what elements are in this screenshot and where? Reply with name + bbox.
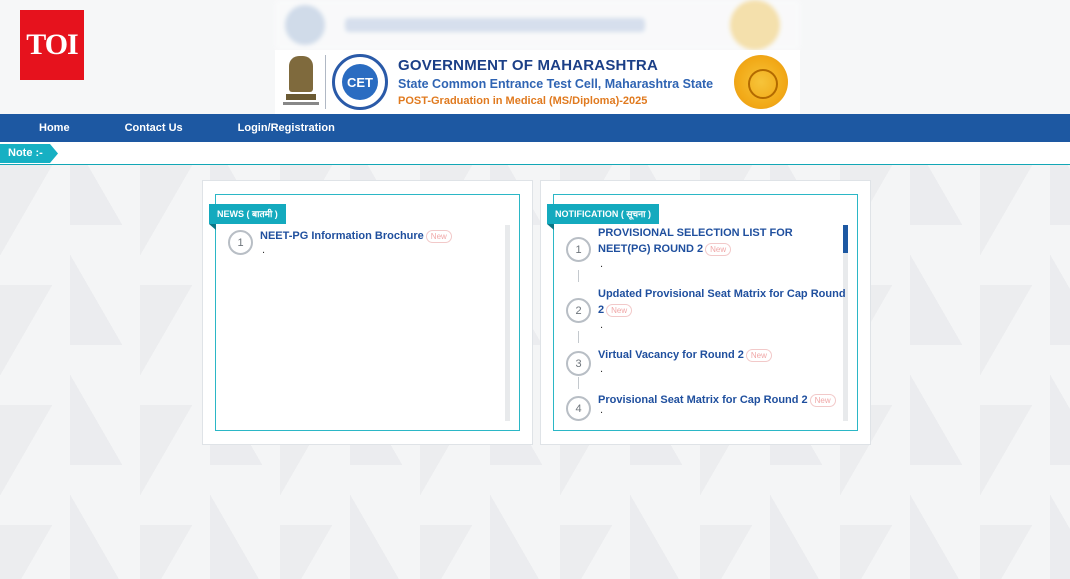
national-emblem-icon: [283, 54, 319, 110]
notification-item-text: PROVISIONAL SELECTION LIST FOR NEET(PG) …: [598, 227, 793, 255]
notification-panel-inner: NOTIFICATION ( सूचना ) 1 PROVISIONAL SEL…: [547, 194, 858, 431]
header-divider: [325, 55, 326, 109]
item-number: 3: [566, 351, 591, 376]
item-connector: [578, 377, 579, 389]
note-bar: Note :-: [0, 142, 1070, 165]
notification-item-text: Updated Provisional Seat Matrix for Cap …: [598, 288, 846, 316]
nav-home[interactable]: Home: [39, 122, 70, 134]
item-dot: .: [600, 363, 604, 375]
item-dot: .: [262, 244, 266, 256]
notification-item-text: Provisional Seat Matrix for Cap Round 2: [598, 394, 808, 406]
background-pattern: [0, 165, 1070, 579]
site-header: CET GOVERNMENT OF MAHARASHTRA State Comm…: [275, 50, 800, 114]
scrollbar-thumb[interactable]: [843, 225, 848, 253]
item-dot: .: [600, 319, 604, 331]
notification-item-text: Virtual Vacancy for Round 2: [598, 349, 744, 361]
notification-item-link[interactable]: Provisional Seat Matrix for Cap Round 2N…: [598, 392, 848, 408]
item-connector: [578, 270, 579, 282]
news-item-text: NEET-PG Information Brochure: [260, 230, 424, 242]
maharashtra-seal-icon: [734, 55, 788, 109]
news-title: NEWS ( बातमी ): [209, 204, 286, 230]
toi-logo: TOI: [20, 10, 84, 80]
new-badge: New: [425, 229, 452, 243]
page-title: GOVERNMENT OF MAHARASHTRA: [398, 57, 658, 74]
page-subtitle: State Common Entrance Test Cell, Maharas…: [398, 77, 714, 91]
ghost-seal: [730, 0, 780, 50]
course-title: POST-Graduation in Medical (MS/Diploma)-…: [398, 95, 648, 107]
item-number: 1: [228, 230, 253, 255]
item-number: 2: [566, 298, 591, 323]
emblem-motto: [283, 102, 319, 105]
new-badge: New: [809, 393, 836, 407]
item-number: 4: [566, 396, 591, 421]
news-item-link[interactable]: NEET-PG Information Brochure New: [260, 228, 500, 244]
ghost-title-bar: [345, 18, 645, 32]
header-text: GOVERNMENT OF MAHARASHTRA State Common E…: [398, 57, 713, 107]
emblem-lion: [289, 56, 313, 92]
main-navbar: Home Contact Us Login/Registration: [0, 114, 1070, 142]
cet-logo-text: CET: [342, 64, 378, 100]
note-label: Note :-: [0, 144, 58, 163]
header-ghost-blur: [275, 0, 800, 50]
new-badge: New: [745, 348, 772, 362]
nav-contact-us[interactable]: Contact Us: [125, 122, 183, 134]
notification-item-link[interactable]: Updated Provisional Seat Matrix for Cap …: [598, 286, 848, 318]
notification-item-link[interactable]: PROVISIONAL SELECTION LIST FOR NEET(PG) …: [598, 225, 843, 257]
cet-logo-icon: CET: [332, 54, 388, 110]
item-dot: .: [600, 404, 604, 416]
new-badge: New: [606, 303, 633, 317]
new-badge: New: [705, 242, 732, 256]
ghost-emblem: [285, 5, 325, 45]
emblem-base: [286, 94, 316, 100]
item-connector: [578, 331, 579, 343]
item-dot: .: [600, 258, 604, 270]
notification-panel: NOTIFICATION ( सूचना ) 1 PROVISIONAL SEL…: [540, 180, 871, 445]
nav-login-registration[interactable]: Login/Registration: [238, 122, 335, 134]
item-number: 1: [566, 237, 591, 262]
notification-item-link[interactable]: Virtual Vacancy for Round 2 New: [598, 347, 848, 363]
news-panel: NEWS ( बातमी ) 1 NEET-PG Information Bro…: [202, 180, 533, 445]
notification-title: NOTIFICATION ( सूचना ): [547, 204, 659, 230]
news-scrollbar[interactable]: [505, 225, 510, 421]
news-panel-inner: NEWS ( बातमी ) 1 NEET-PG Information Bro…: [209, 194, 520, 431]
